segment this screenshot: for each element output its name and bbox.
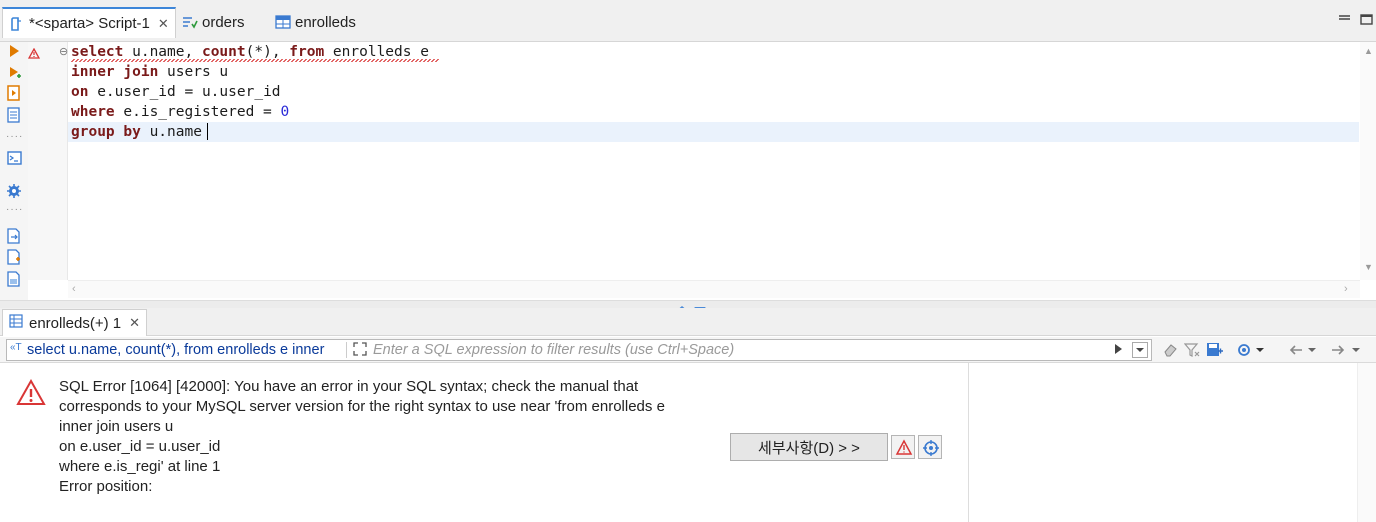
scroll-down-icon[interactable]: ▼ <box>1364 262 1373 272</box>
editor-code[interactable]: select u.name, count(*), from enrolleds … <box>71 42 1359 280</box>
filter-placeholder: Enter a SQL expression to filter results… <box>373 342 735 358</box>
tab-script-1[interactable]: *<sparta> Script-1 ✕ <box>2 7 176 38</box>
editor-tab-bar: *<sparta> Script-1 ✕ orders enrolleds <box>0 0 1376 42</box>
explain-plan-icon[interactable] <box>7 107 21 126</box>
refresh-settings-icon[interactable] <box>1236 342 1264 358</box>
terminal-icon[interactable] <box>7 151 22 168</box>
sql-text: users u <box>158 64 229 80</box>
code-line: inner join users u <box>71 62 228 82</box>
filter-input[interactable]: «T select u.name, count(*), from enrolle… <box>6 339 1152 361</box>
filter-funnel-icon[interactable] <box>1183 342 1200 358</box>
sql-script-icon <box>9 16 25 32</box>
editor-vertical-scrollbar[interactable]: ▲ ▼ <box>1360 42 1376 280</box>
sql-keyword: select <box>71 44 124 60</box>
warning-icon <box>895 439 913 455</box>
sql-text: e.is_registered = <box>114 104 281 120</box>
execute-script-icon[interactable] <box>7 85 21 104</box>
close-icon[interactable]: ✕ <box>129 315 140 331</box>
tab-label: *<sparta> Script-1 <box>29 15 150 32</box>
results-tab-bar: enrolleds(+) 1 ✕ <box>0 308 1376 336</box>
sql-editor[interactable]: ···· ···· ⊖ select u.name, count(*), fro… <box>0 42 1376 300</box>
sql-keyword: on <box>71 84 89 100</box>
apply-filter-icon[interactable] <box>1112 342 1128 358</box>
forward-arrow-icon[interactable] <box>1330 342 1360 358</box>
sql-text: e.user_id = u.user_id <box>88 84 281 100</box>
error-message: SQL Error [1064] [42000]: You have an er… <box>59 377 719 497</box>
error-warning-icon[interactable] <box>27 46 41 62</box>
locate-error-button[interactable] <box>918 435 942 459</box>
failed-query-scrollbar[interactable] <box>1357 363 1376 522</box>
tab-orders[interactable]: orders <box>182 7 245 37</box>
new-script-icon[interactable] <box>7 249 21 268</box>
query-text-icon: «T <box>10 342 22 353</box>
sql-keyword: count <box>201 44 246 60</box>
code-line: group by u.name <box>71 122 202 142</box>
toolbar-separator: ···· <box>6 131 24 142</box>
tab-enrolleds[interactable]: enrolleds <box>275 7 356 37</box>
sql-keyword: where <box>71 104 115 120</box>
results-filter-bar: «T select u.name, count(*), from enrolle… <box>0 337 1376 363</box>
error-line: on e.user_id = u.user_id <box>59 438 221 455</box>
details-button[interactable]: 세부사항(D) > > <box>730 433 888 461</box>
filter-query-link[interactable]: select u.name, count(*), from enrolleds … <box>7 342 347 358</box>
minimize-icon[interactable] <box>1338 12 1352 24</box>
target-icon <box>923 440 939 456</box>
table-check-icon <box>182 14 198 30</box>
editor-horizontal-scrollbar[interactable]: ‹ › <box>68 280 1360 298</box>
error-line: Error position: <box>59 478 153 495</box>
close-icon[interactable]: ✕ <box>158 16 169 32</box>
back-arrow-icon[interactable] <box>1288 342 1316 358</box>
results-tab-label: enrolleds(+) 1 <box>29 314 122 332</box>
maximize-icon[interactable] <box>1360 12 1374 25</box>
syntax-error-underline <box>71 59 439 62</box>
sql-text: u.name <box>140 124 202 140</box>
failed-query-panel: select u.name, count(*), from enrolleds … <box>968 363 1376 522</box>
code-line: on e.user_id = u.user_id <box>71 82 281 102</box>
execute-statement-icon[interactable] <box>8 44 20 61</box>
scroll-up-icon[interactable]: ▲ <box>1364 46 1373 56</box>
expand-icon[interactable] <box>353 342 367 360</box>
toolbar-separator: ···· <box>6 204 24 215</box>
export-icon[interactable] <box>7 228 21 247</box>
error-log-button[interactable] <box>891 435 915 459</box>
load-script-icon[interactable] <box>7 271 21 290</box>
tab-results-enrolleds[interactable]: enrolleds(+) 1 ✕ <box>2 309 148 336</box>
fold-collapse-icon[interactable]: ⊖ <box>59 45 68 58</box>
error-line: inner join users u <box>59 418 174 435</box>
table-icon <box>275 14 291 30</box>
panel-splitter[interactable] <box>0 300 1376 312</box>
error-warning-icon <box>16 378 46 409</box>
sql-number: 0 <box>280 104 290 120</box>
code-line: where e.is_registered = 0 <box>71 102 289 122</box>
error-panel: SQL Error [1064] [42000]: You have an er… <box>0 363 956 522</box>
error-line: corresponds to your MySQL server version… <box>59 398 665 415</box>
execute-in-new-tab-icon[interactable] <box>8 66 22 83</box>
sql-keyword: inner join <box>71 64 159 80</box>
tab-label: orders <box>202 13 245 31</box>
grid-icon <box>9 314 23 332</box>
editor-toolbar: ···· ···· <box>0 42 28 300</box>
text-caret <box>207 123 208 140</box>
line-ruler: ⊖ <box>27 42 68 280</box>
scroll-right-icon[interactable]: › <box>1344 283 1348 295</box>
sql-text: u.name, <box>123 44 202 60</box>
eraser-icon[interactable] <box>1162 342 1178 358</box>
scroll-left-icon[interactable]: ‹ <box>72 283 76 295</box>
tab-label: enrolleds <box>295 13 356 31</box>
error-line: where e.is_regi' at line 1 <box>59 458 221 475</box>
filter-history-dropdown-icon[interactable] <box>1132 342 1148 358</box>
sql-text: (*), <box>245 44 290 60</box>
sql-keyword: group by <box>71 124 141 140</box>
sql-keyword: from <box>289 44 325 60</box>
settings-gear-icon[interactable] <box>6 183 22 202</box>
error-line: SQL Error [1064] [42000]: You have an er… <box>59 378 639 395</box>
sql-text: enrolleds e <box>324 44 429 60</box>
save-filter-icon[interactable] <box>1206 342 1223 358</box>
